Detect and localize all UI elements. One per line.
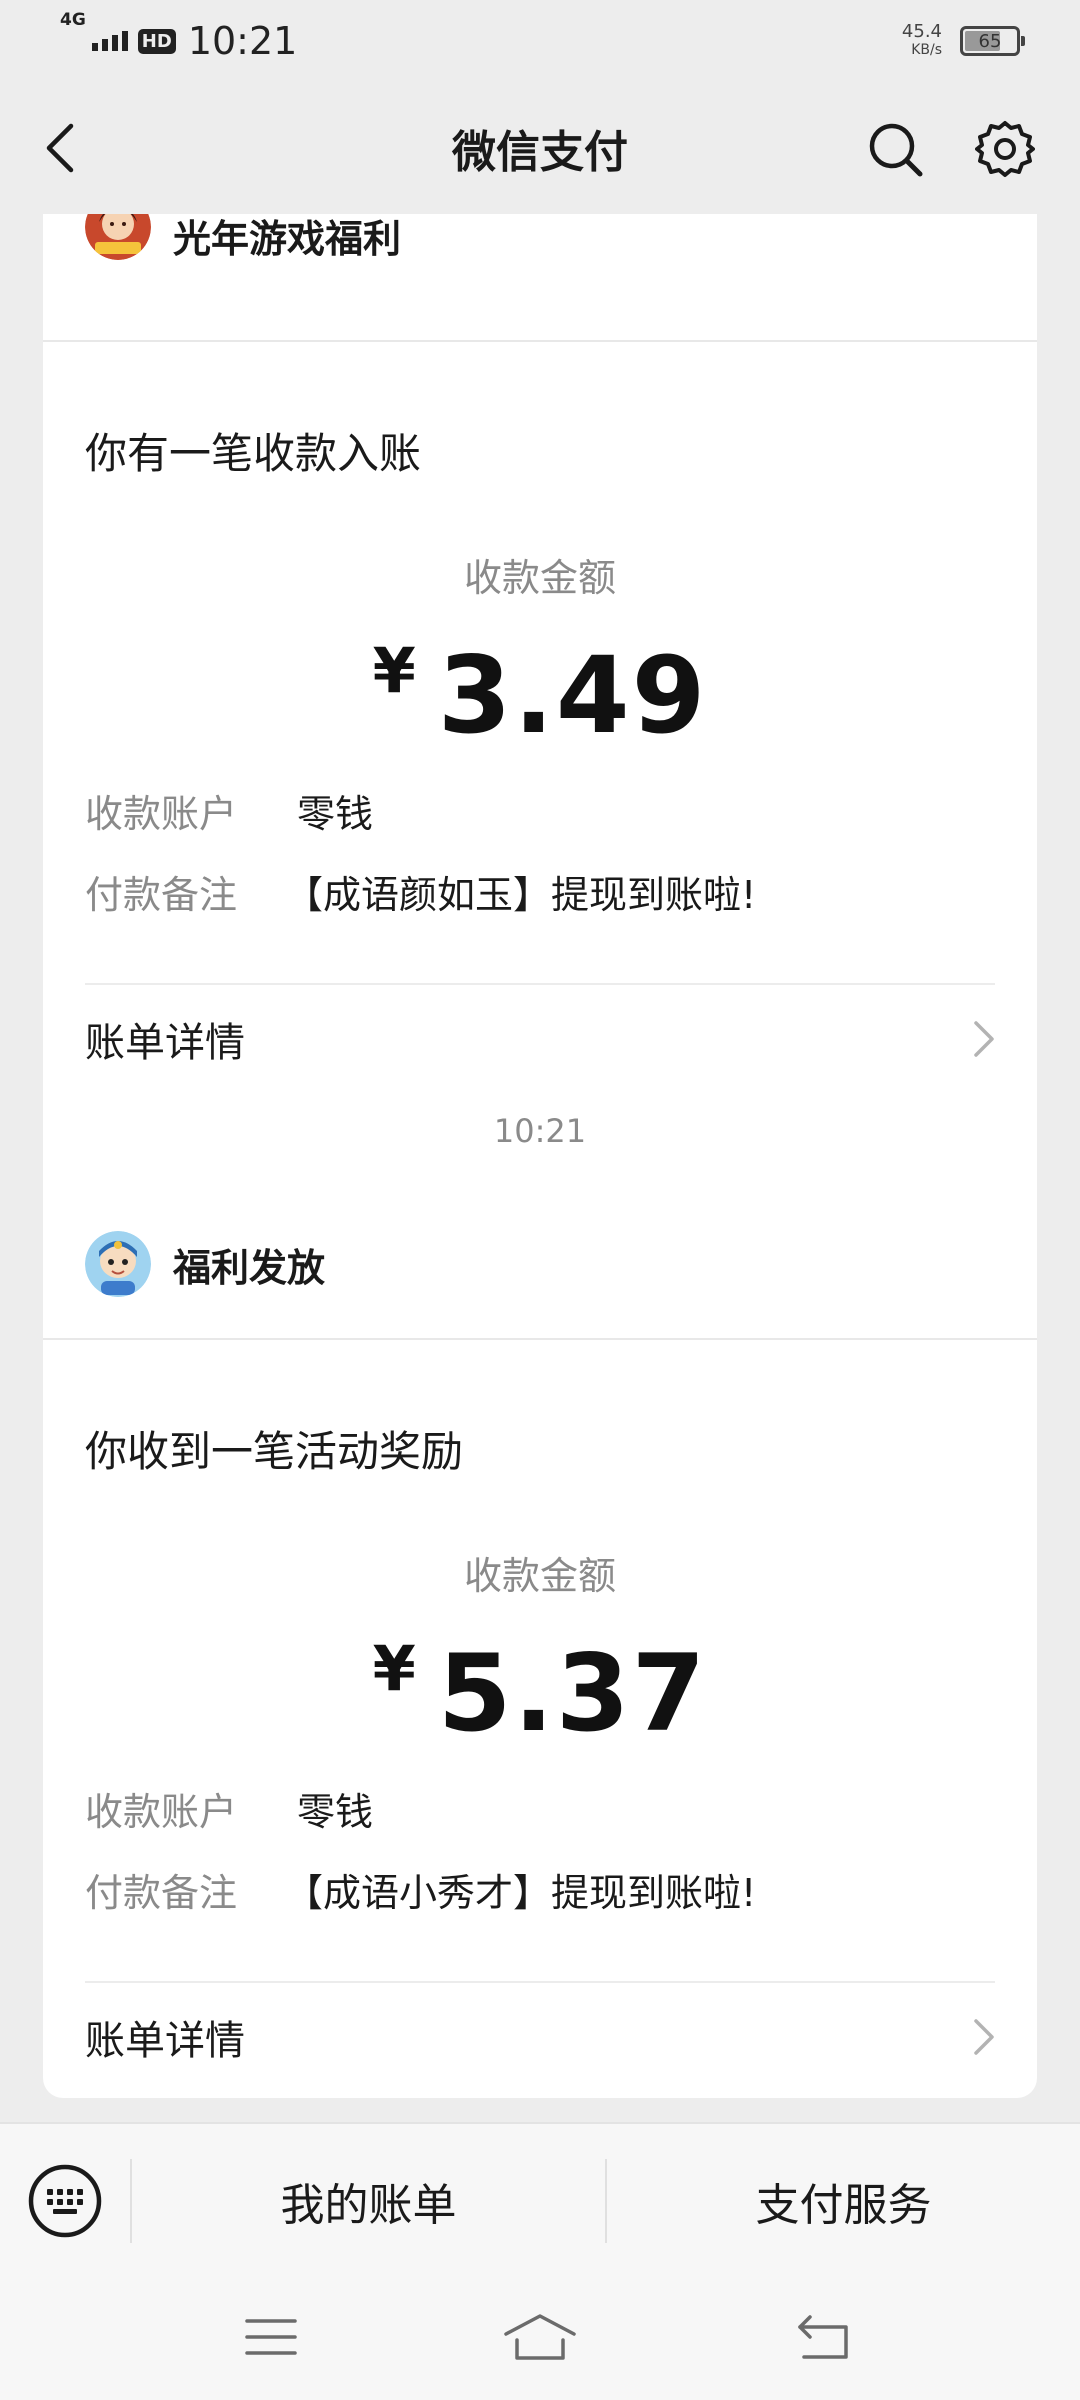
bottom-menu-bar: 我的账单 支付服务 [0, 2122, 1080, 2278]
amount-value: 5.37 [437, 1632, 708, 1755]
back-button[interactable] [30, 118, 90, 178]
gear-icon [975, 121, 1035, 177]
recent-apps-button[interactable] [231, 2302, 311, 2372]
message-timestamp: 10:21 [493, 1112, 587, 1150]
account-value: 零钱 [297, 1790, 374, 1834]
battery-level: 65 [978, 30, 1002, 52]
network-type: 4G [60, 10, 86, 30]
account-value: 零钱 [297, 792, 374, 836]
system-back-button[interactable] [784, 2302, 864, 2372]
menu-lines-icon [245, 2319, 297, 2355]
home-button[interactable] [500, 2302, 580, 2372]
account-row: 收款账户 零钱 [85, 1781, 995, 1836]
memo-label: 付款备注 [85, 1871, 238, 1915]
message-feed[interactable]: 光年游戏福利 你有一笔收款入账 收款金额 ¥3.49 收款账户 零钱 付款备注 … [0, 214, 1080, 2122]
search-button[interactable] [864, 118, 928, 182]
network-speed: 45.4 KB/s [902, 23, 942, 59]
page-title: 微信支付 [452, 127, 628, 178]
notice-title: 你收到一笔活动奖励 [85, 1427, 464, 1476]
bill-details-label: 账单详情 [85, 2018, 245, 2064]
memo-label: 付款备注 [85, 873, 238, 917]
keyboard-icon [28, 2164, 102, 2238]
status-bar: 4G HD 10:21 45.4 KB/s 65 [0, 0, 1080, 82]
keyboard-toggle-button[interactable] [0, 2123, 130, 2279]
bill-details-label: 账单详情 [85, 1020, 245, 1066]
memo-row: 付款备注 【成语小秀才】提现到账啦! [85, 1862, 995, 1917]
amount: ¥3.49 [85, 634, 995, 757]
chevron-right-icon [974, 2019, 994, 2055]
chevron-right-icon [974, 1021, 994, 1057]
home-icon [504, 2314, 576, 2360]
search-icon [869, 123, 923, 177]
settings-button[interactable] [972, 116, 1038, 182]
account-label: 收款账户 [85, 1790, 238, 1834]
payment-notification-card[interactable]: 福利发放 你收到一笔活动奖励 收款金额 ¥5.37 收款账户 零钱 付款备注 【… [43, 1190, 1037, 2098]
bill-details-link[interactable]: 账单详情 [85, 1981, 995, 2091]
currency-symbol: ¥ [372, 634, 416, 707]
system-navigation-bar [0, 2278, 1080, 2400]
speed-value: 45.4 [901, 21, 942, 42]
status-time: 10:21 [187, 19, 298, 63]
sender-name: 福利发放 [173, 1245, 326, 1290]
amount-value: 3.49 [437, 634, 708, 757]
signal-strength-icon: 4G [60, 12, 128, 51]
card-header: 光年游戏福利 [43, 214, 1037, 342]
memo-value: 【成语小秀才】提现到账啦! [285, 1871, 757, 1915]
game-character-avatar[interactable] [85, 214, 151, 260]
currency-symbol: ¥ [372, 1632, 416, 1705]
hd-badge: HD [137, 28, 176, 54]
chevron-left-icon [46, 123, 74, 173]
back-arrow-icon [798, 2315, 848, 2359]
cartoon-boy-avatar[interactable] [85, 1231, 151, 1297]
navigation-bar: 微信支付 [0, 82, 1080, 214]
account-label: 收款账户 [85, 792, 238, 836]
bill-details-link[interactable]: 账单详情 [85, 983, 995, 1093]
notice-title: 你有一笔收款入账 [85, 429, 422, 478]
amount-label: 收款金额 [463, 556, 616, 600]
sender-name: 光年游戏福利 [173, 217, 402, 261]
account-row: 收款账户 零钱 [85, 783, 995, 838]
memo-row: 付款备注 【成语颜如玉】提现到账啦! [85, 864, 995, 919]
payment-services-menu[interactable]: 支付服务 [607, 2169, 1080, 2233]
memo-value: 【成语颜如玉】提现到账啦! [285, 873, 757, 917]
speed-unit: KB/s [911, 42, 942, 58]
card-header: 福利发放 [43, 1190, 1037, 1340]
amount: ¥5.37 [85, 1632, 995, 1755]
battery-icon: 65 [960, 26, 1025, 56]
my-bills-menu[interactable]: 我的账单 [132, 2169, 605, 2233]
amount-label: 收款金额 [463, 1554, 616, 1598]
